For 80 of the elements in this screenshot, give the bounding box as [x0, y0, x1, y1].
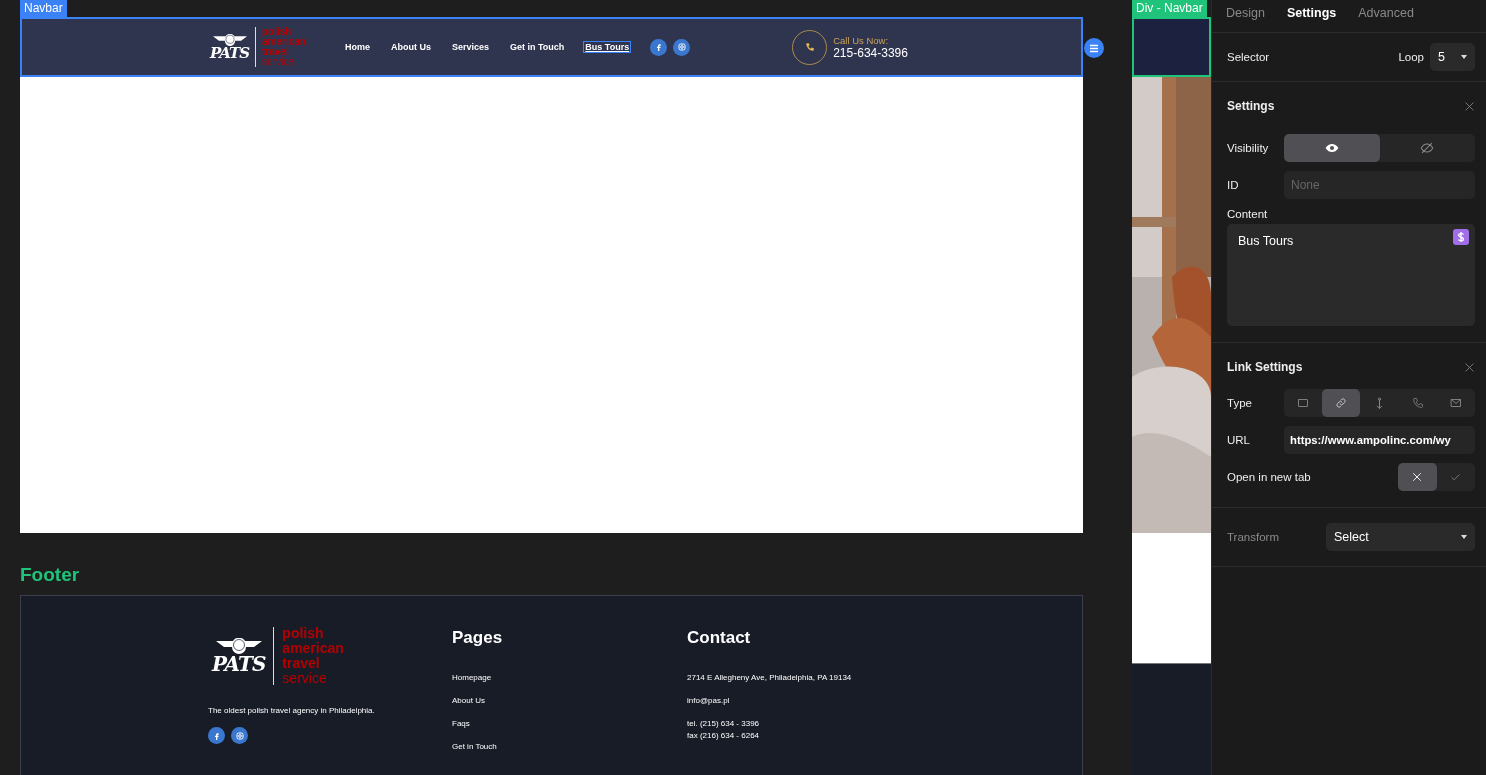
eye-off-icon	[1420, 141, 1435, 155]
close-icon	[1411, 471, 1424, 483]
phone-icon	[1411, 397, 1424, 409]
logo-text: service	[282, 671, 328, 686]
mail-icon	[1449, 397, 1462, 409]
loop-dropdown[interactable]: 5	[1430, 43, 1475, 71]
menu-button[interactable]	[1084, 38, 1104, 58]
field-label: Loop	[1398, 51, 1424, 63]
field-label: URL	[1227, 434, 1250, 446]
field-label: ID	[1227, 179, 1239, 191]
close-button[interactable]	[1464, 361, 1475, 373]
close-button[interactable]	[1464, 100, 1475, 112]
field-label: Content	[1227, 208, 1268, 220]
fax-text: fax (216) 634 - 6264	[687, 730, 760, 742]
footer-link[interactable]: Faqs	[452, 718, 470, 730]
phone-number: 215-634-3396	[833, 45, 908, 60]
nav-link[interactable]: Services	[450, 42, 490, 52]
instagram-icon	[235, 731, 244, 740]
social-button[interactable]	[673, 38, 691, 56]
dynamic-data-icon[interactable]	[1453, 229, 1469, 245]
column-title: Pages	[452, 628, 503, 648]
logo-text: service	[262, 57, 295, 67]
window-icon	[1297, 397, 1310, 409]
logo-mark: PATS	[212, 654, 266, 674]
instagram-icon	[677, 43, 686, 51]
phone-icon	[804, 42, 815, 52]
panel-tab[interactable]: Design	[1226, 5, 1265, 21]
id-field[interactable]: None	[1284, 171, 1475, 199]
globe-wings-icon	[212, 33, 247, 46]
field-label: Selector	[1227, 51, 1270, 63]
element-label: Navbar	[20, 0, 67, 17]
field-label: Open in new tab	[1227, 471, 1311, 483]
nav-link[interactable]: Get in Touch	[509, 42, 566, 52]
logo-text: travel	[262, 47, 290, 57]
transform-dropdown[interactable]: Select	[1326, 523, 1475, 551]
content-field[interactable]: Bus Tours	[1227, 224, 1475, 326]
link-icon	[1335, 397, 1348, 409]
nav-link[interactable]: About Us	[389, 42, 432, 52]
call-label: Call Us Now:	[833, 34, 890, 46]
visibility-option[interactable]	[1284, 134, 1380, 162]
element-label: Div - Navbar	[1132, 0, 1207, 17]
tagline: The oldest polish travel agency in Philadelphia.	[208, 706, 375, 715]
column-title: Contact	[687, 628, 751, 648]
logo-mark: PATS	[210, 45, 249, 61]
email: info@pas.pl	[687, 695, 730, 707]
logo-text: travel	[282, 656, 321, 671]
logo-text: polish	[262, 27, 292, 37]
logo-text: polish	[282, 626, 325, 641]
social-button[interactable]	[208, 727, 225, 744]
globe-wings-icon	[215, 638, 262, 654]
eye-icon	[1324, 143, 1339, 153]
logo-text: american	[282, 641, 344, 656]
section-label: Footer	[20, 564, 80, 586]
close-icon	[1464, 361, 1475, 373]
section-title: Settings	[1227, 99, 1275, 113]
field-label: Transform	[1227, 531, 1279, 543]
panel-tab[interactable]: Settings	[1286, 5, 1337, 21]
social-button[interactable]	[650, 38, 668, 56]
section-title: Link Settings	[1227, 360, 1303, 374]
footer-link[interactable]: About Us	[452, 695, 485, 707]
facebook-icon	[212, 731, 221, 740]
close-icon	[1464, 100, 1475, 112]
check-icon	[1450, 471, 1462, 483]
logo-text: american	[262, 37, 306, 47]
panel-tab[interactable]: Advanced	[1358, 5, 1414, 21]
footer-link[interactable]: Get in Touch	[452, 741, 497, 753]
field-label: Visibility	[1227, 142, 1269, 154]
field-label: Type	[1227, 397, 1252, 409]
caret-icon	[1461, 55, 1467, 59]
url-field[interactable]: https://www.ampolinc.com/wy	[1284, 426, 1475, 454]
facebook-icon	[654, 43, 663, 51]
footer-link[interactable]: Homepage	[452, 672, 492, 684]
address: 2714 E Allegheny Ave, Philadelphia, PA 19134	[687, 672, 852, 684]
caret-icon	[1461, 535, 1467, 539]
social-button[interactable]	[231, 727, 248, 744]
phone-text: tel. (215) 634 - 3396	[687, 718, 760, 730]
link-type-option[interactable]	[1322, 389, 1361, 417]
menu-icon	[1089, 43, 1099, 53]
nav-link[interactable]: Home	[343, 42, 371, 52]
nav-link[interactable]: Bus Tours	[584, 42, 631, 52]
